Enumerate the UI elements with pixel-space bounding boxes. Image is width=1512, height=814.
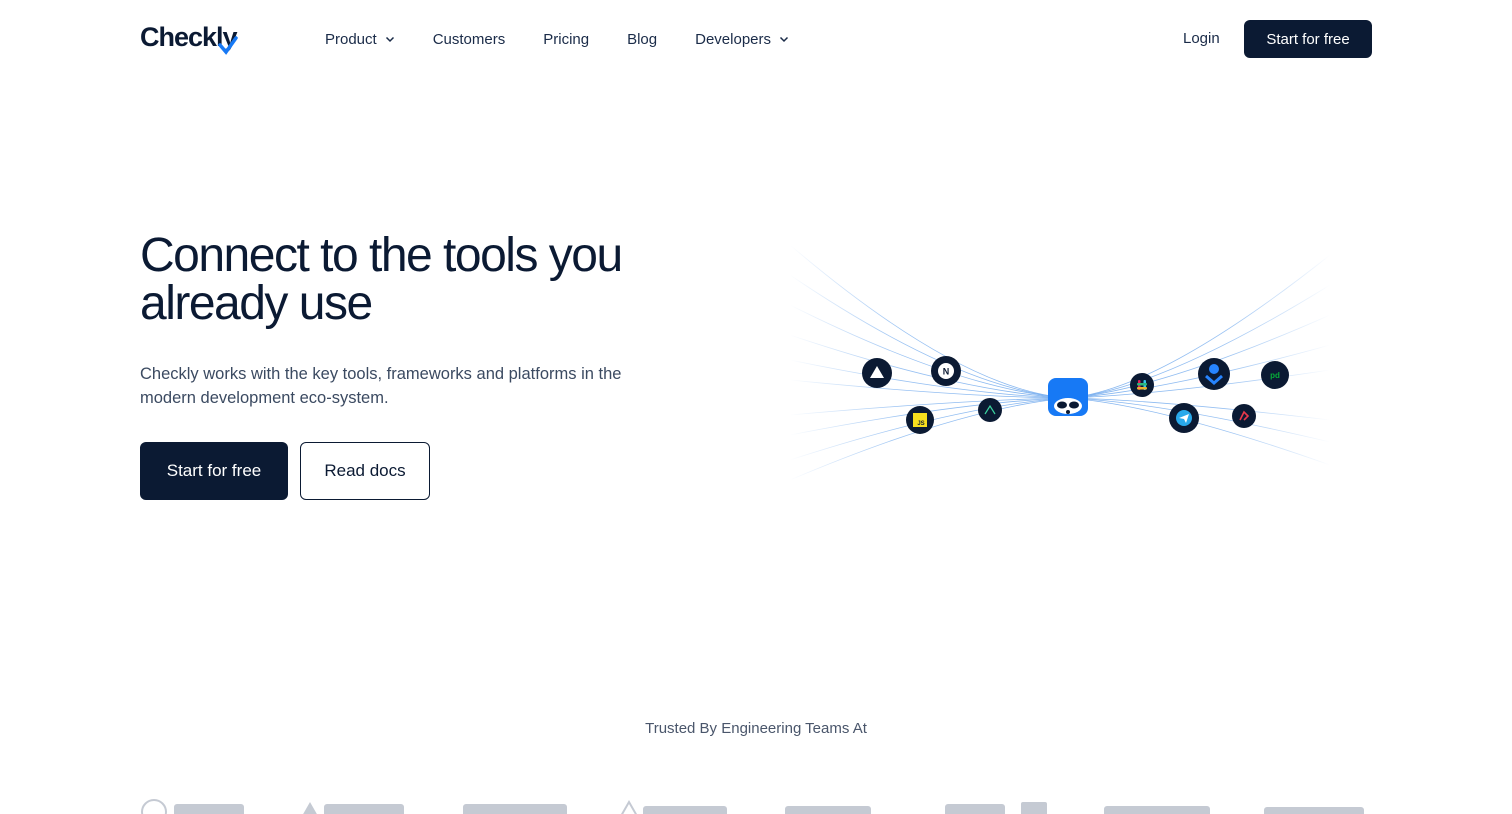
nav-developers[interactable]: Developers <box>695 31 789 48</box>
nav-pricing[interactable]: Pricing <box>543 31 589 48</box>
telegram-icon <box>1169 403 1199 433</box>
chevron-down-icon <box>385 36 394 43</box>
svg-text:N: N <box>943 367 950 377</box>
nav-links: Product Customers Pricing Blog Developer… <box>325 0 789 78</box>
hero-subtitle: Checkly works with the key tools, framew… <box>140 365 622 407</box>
customer-logo-6 <box>945 802 1048 814</box>
pagerduty-icon: pd <box>1261 361 1289 389</box>
nav-product-label: Product <box>325 30 377 48</box>
svg-text:pd: pd <box>1270 371 1280 380</box>
integrations-illustration: N JS pd <box>789 244 1331 481</box>
raccoon-mascot-icon <box>1048 378 1088 416</box>
start-free-button[interactable]: Start for free <box>140 442 288 500</box>
nextjs-icon: N <box>931 356 961 386</box>
opsgenie-icon <box>1198 358 1230 390</box>
rollbar-icon <box>1232 404 1256 428</box>
customer-logo-8 <box>1263 807 1364 814</box>
nav-blog-label: Blog <box>627 30 658 48</box>
hero-title: Connect to the tools you already use <box>140 229 623 330</box>
nav-developers-label: Developers <box>695 30 771 48</box>
nav-blog[interactable]: Blog <box>627 31 657 48</box>
nuxt-icon <box>978 398 1002 422</box>
logo-check-icon <box>218 36 238 55</box>
trusted-heading: Trusted By Engineering Teams At <box>645 720 867 737</box>
javascript-icon: JS <box>906 406 934 434</box>
vercel-icon <box>862 358 892 388</box>
checkly-logo[interactable]: Checkly <box>140 22 238 55</box>
read-docs-button[interactable]: Read docs <box>300 442 430 500</box>
nav-customers[interactable]: Customers <box>433 31 506 48</box>
login-link[interactable]: Login <box>1183 30 1220 47</box>
customer-logo-5 <box>785 806 872 814</box>
customer-logo-2 <box>303 802 405 814</box>
customer-logo-7 <box>1103 806 1210 814</box>
customer-logo-1 <box>141 799 244 814</box>
nav-pricing-label: Pricing <box>543 30 590 48</box>
svg-text:JS: JS <box>917 421 924 427</box>
customer-logos-row <box>140 798 1372 814</box>
top-navigation: Checkly Product Customers Pricing Blog D… <box>0 0 1512 78</box>
slack-icon <box>1130 373 1154 397</box>
chevron-down-icon <box>779 36 789 43</box>
nav-product[interactable]: Product <box>325 31 395 48</box>
nav-customers-label: Customers <box>432 30 506 48</box>
start-free-nav-button[interactable]: Start for free <box>1244 20 1372 58</box>
customer-logo-3 <box>462 804 567 814</box>
customer-logo-4 <box>620 799 727 814</box>
